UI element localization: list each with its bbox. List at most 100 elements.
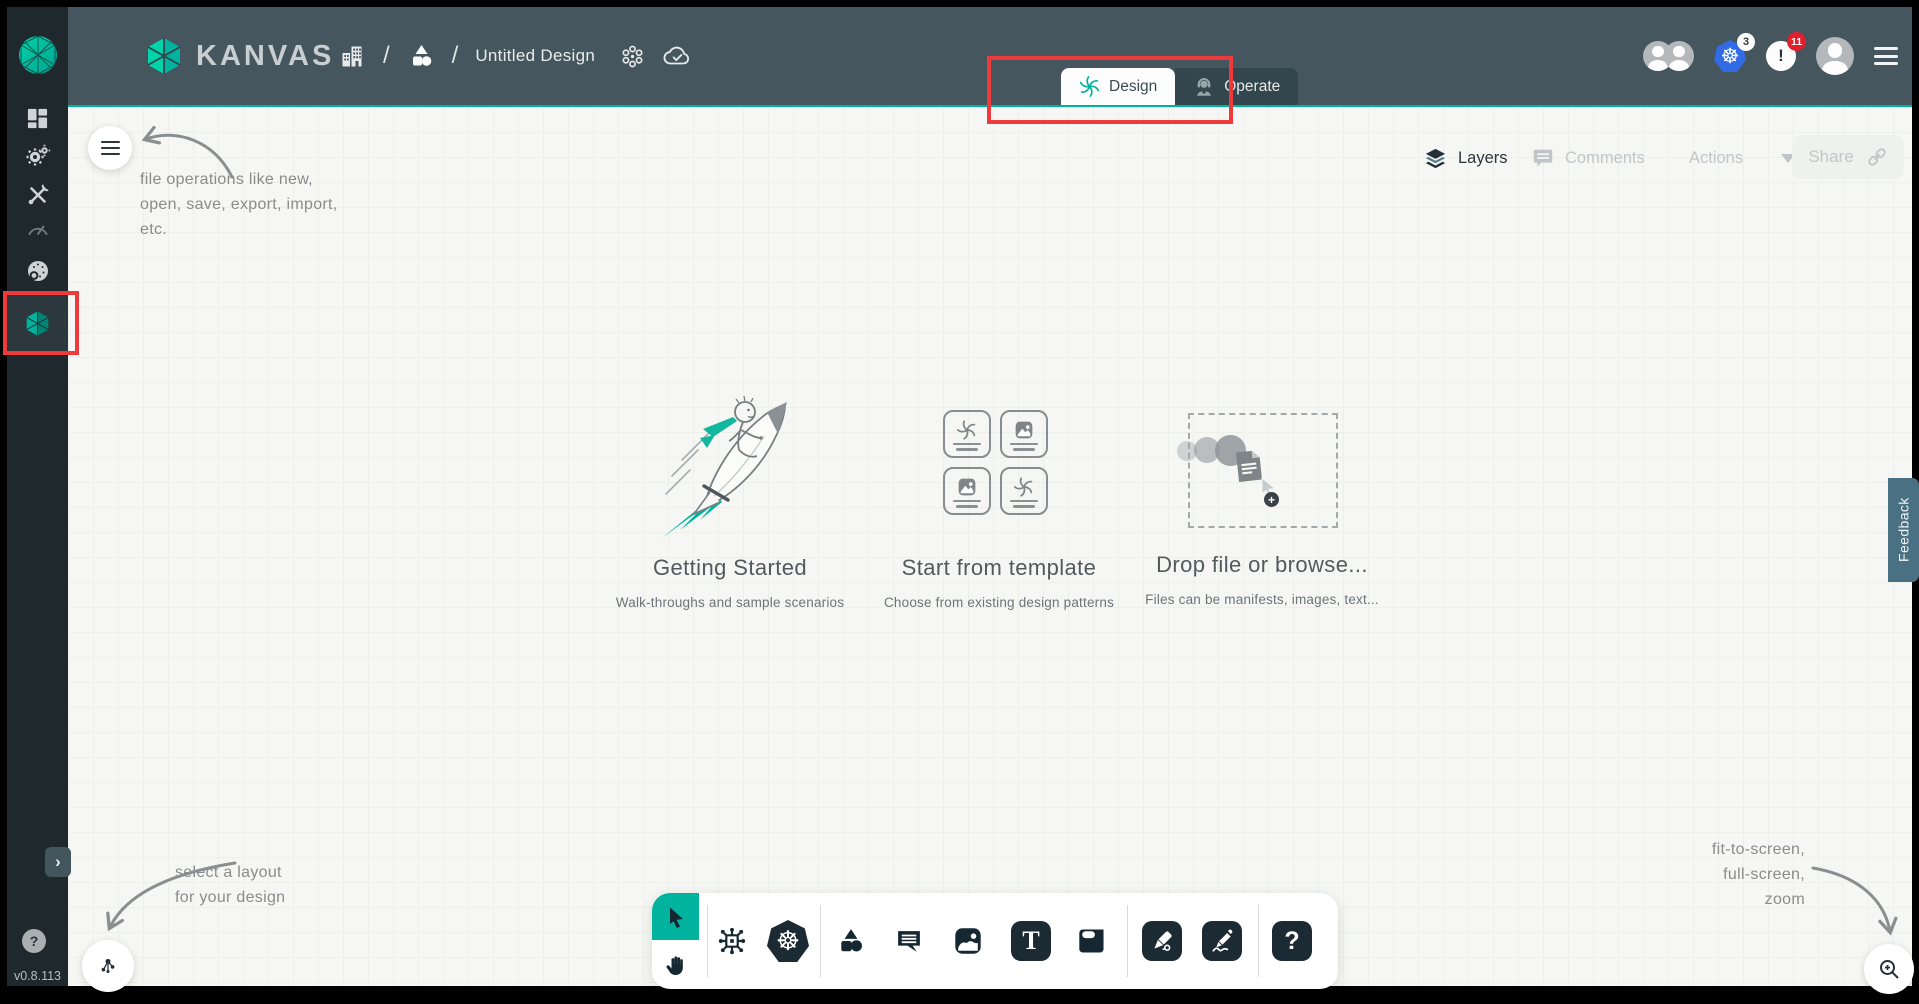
actions-label: Actions <box>1689 149 1743 168</box>
kanvas-brand[interactable]: KANVAS <box>144 7 334 105</box>
annotation-file-operations: file operations like new, open, save, ex… <box>140 167 370 242</box>
image-glyph <box>957 477 977 497</box>
comments-icon <box>1531 146 1555 170</box>
swirl-glyph <box>1014 477 1034 497</box>
zoom-button[interactable] <box>1864 944 1914 994</box>
component-tool[interactable] <box>710 919 754 963</box>
menu-icon[interactable] <box>1874 47 1898 65</box>
feedback-tab[interactable]: Feedback <box>1888 478 1919 582</box>
breadcrumb-separator: / <box>452 42 459 70</box>
component-chip-icon <box>716 925 748 957</box>
sidebar-item-performance[interactable] <box>7 213 68 245</box>
layers-button[interactable]: Layers <box>1423 138 1508 178</box>
hand-icon <box>664 954 688 978</box>
annotation-select-layout: select a layout for your design <box>175 860 355 910</box>
freehand-tool[interactable] <box>1200 919 1244 963</box>
header-actions: ☸ 3 ! 11 <box>1643 7 1898 105</box>
meshery-logo[interactable] <box>7 29 68 81</box>
layout-selector-button[interactable] <box>82 940 134 992</box>
image-glyph <box>1014 420 1034 440</box>
sidebar-item-kanvas[interactable] <box>7 294 68 352</box>
add-file-icon: + <box>1264 492 1279 507</box>
question-icon: ? <box>30 933 39 949</box>
shapes-tool[interactable] <box>829 919 873 963</box>
brand-wordmark: KANVAS <box>196 40 334 73</box>
left-sidebar: › ? v0.8.113 <box>7 7 68 986</box>
sidebar-item-configuration[interactable] <box>7 178 68 212</box>
tab-operate-label: Operate <box>1224 78 1280 96</box>
select-tool[interactable] <box>652 893 699 940</box>
pan-tool[interactable] <box>652 942 699 989</box>
gears-icon <box>25 143 51 169</box>
pen-icon <box>1149 928 1175 954</box>
feedback-label: Feedback <box>1896 498 1912 563</box>
toolbar-help-button[interactable]: ? <box>1270 919 1314 963</box>
cursor-arrow-icon <box>664 905 688 929</box>
file-menu-button[interactable] <box>88 126 132 170</box>
comment-tool[interactable] <box>887 919 931 963</box>
user-avatar[interactable] <box>1816 37 1854 75</box>
collaborator-avatars[interactable] <box>1643 41 1694 71</box>
toolbar-divider <box>1258 905 1259 977</box>
mode-tabs: Design Operate <box>1061 68 1298 105</box>
breadcrumb-separator: / <box>383 42 390 70</box>
sidebar-item-lifecycle[interactable] <box>7 139 68 173</box>
tool-dock: ☸ T <box>652 893 1338 989</box>
kubernetes-status-chip[interactable]: ☸ 3 <box>1714 40 1746 72</box>
text-tool-glyph: T <box>1022 926 1039 956</box>
workspace-shapes-icon[interactable] <box>407 42 435 70</box>
help-glyph: ? <box>1284 927 1299 956</box>
app-window: › ? v0.8.113 KANVAS <box>7 7 1912 986</box>
sidebar-expand-button[interactable]: › <box>45 847 71 877</box>
annotation-zoom-controls: fit-to-screen, full-screen, zoom <box>1605 837 1805 912</box>
template-thumbnails[interactable] <box>943 410 1049 515</box>
node-tool[interactable] <box>1070 919 1114 963</box>
sidebar-item-extensions[interactable] <box>7 252 68 290</box>
template-tile <box>943 410 991 458</box>
shapes-icon <box>837 927 865 955</box>
tab-design[interactable]: Design <box>1061 68 1175 105</box>
help-button[interactable]: ? <box>22 929 46 953</box>
template-tile <box>1000 467 1048 515</box>
notification-count-badge: 11 <box>1787 32 1806 51</box>
rocket-illustration <box>652 388 816 544</box>
template-tile <box>943 467 991 515</box>
kubernetes-tool[interactable]: ☸ <box>766 919 810 963</box>
text-tool[interactable]: T <box>1009 919 1053 963</box>
operate-person-icon <box>1193 76 1215 98</box>
design-name[interactable]: Untitled Design <box>475 46 595 66</box>
pen-tool[interactable] <box>1140 919 1184 963</box>
share-button[interactable]: Share <box>1792 135 1904 179</box>
zoom-in-icon <box>1877 957 1901 981</box>
swirl-glyph <box>957 420 977 440</box>
toolbar-divider <box>820 905 821 977</box>
layers-label: Layers <box>1458 149 1508 168</box>
breadcrumb: / / Untitled Design <box>340 7 692 105</box>
share-label: Share <box>1808 147 1853 167</box>
toolbar-divider <box>707 905 708 977</box>
tools-icon <box>26 183 50 207</box>
sidebar-item-dashboard[interactable] <box>7 101 68 135</box>
tab-operate[interactable]: Operate <box>1175 68 1298 105</box>
extensions-icon <box>25 258 51 284</box>
comments-label: Comments <box>1565 149 1645 168</box>
kubernetes-wheel-icon: ☸ <box>767 920 809 962</box>
actions-dropdown[interactable]: Actions <box>1689 138 1795 178</box>
kubernetes-count-badge: 3 <box>1737 33 1755 51</box>
version-label: v0.8.113 <box>7 969 68 983</box>
toolbar-divider <box>1127 905 1128 977</box>
gauge-icon <box>26 217 50 241</box>
notifications-chip[interactable]: ! 11 <box>1766 41 1796 71</box>
image-icon <box>953 926 983 956</box>
drop-file-subtitle: Files can be manifests, images, text... <box>1097 592 1427 607</box>
organization-icon[interactable] <box>340 43 366 69</box>
chevron-right-icon: › <box>55 852 61 872</box>
template-tile <box>1000 410 1048 458</box>
environment-flower-icon[interactable] <box>620 44 645 69</box>
image-tool[interactable] <box>946 919 990 963</box>
cloud-saved-icon[interactable] <box>662 43 692 69</box>
drop-file-card[interactable]: Drop file or browse... Files can be mani… <box>1097 552 1427 607</box>
comments-button[interactable]: Comments <box>1531 138 1645 178</box>
kanvas-hexagon-icon <box>24 310 51 337</box>
avatar <box>1664 41 1694 71</box>
